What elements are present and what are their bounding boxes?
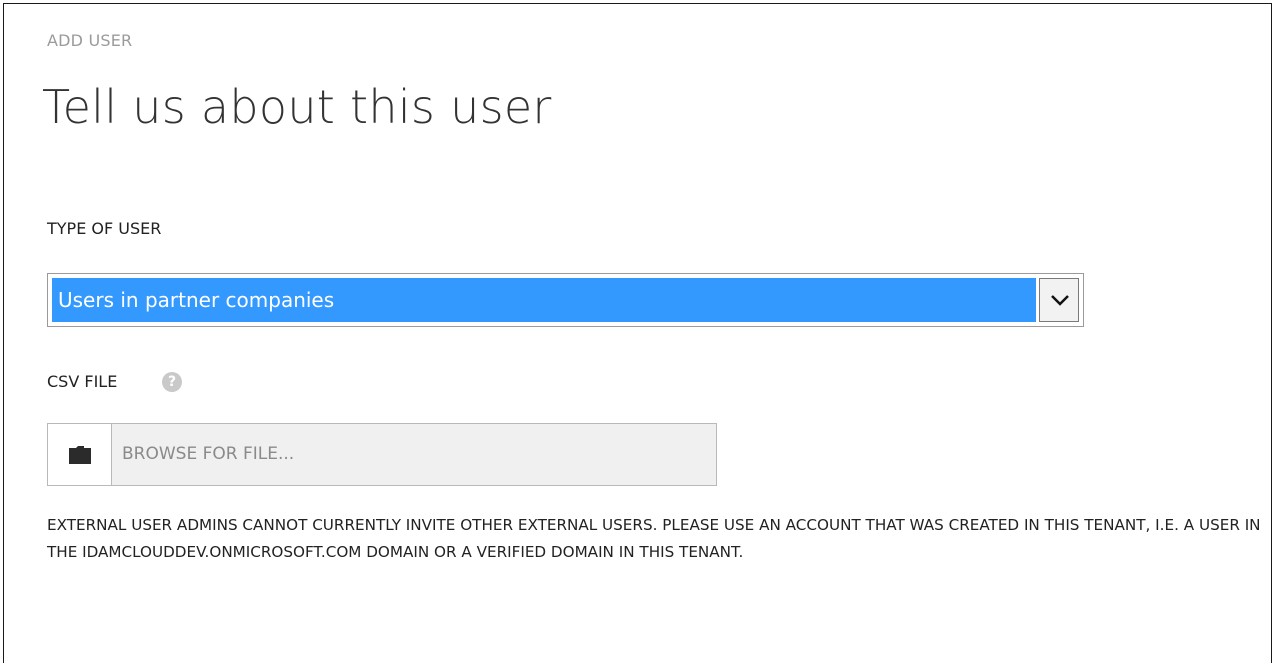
type-of-user-label: TYPE OF USER — [47, 219, 162, 238]
wizard-step-label: ADD USER — [47, 31, 133, 50]
folder-icon — [69, 446, 91, 464]
type-of-user-selected-value[interactable]: Users in partner companies — [52, 278, 1036, 322]
external-user-notice: EXTERNAL USER ADMINS CANNOT CURRENTLY IN… — [47, 516, 1261, 561]
dropdown-arrow-button[interactable] — [1039, 278, 1079, 322]
chevron-down-icon — [1051, 295, 1069, 306]
page-title: Tell us about this user — [42, 80, 552, 134]
csv-file-picker[interactable]: BROWSE FOR FILE... — [47, 423, 717, 486]
help-icon[interactable]: ? — [162, 372, 182, 392]
browse-file-field[interactable]: BROWSE FOR FILE... — [112, 424, 716, 485]
type-of-user-select[interactable]: Users in partner companies — [47, 273, 1084, 327]
csv-file-label: CSV FILE — [47, 372, 118, 391]
browse-file-button[interactable] — [48, 424, 112, 485]
